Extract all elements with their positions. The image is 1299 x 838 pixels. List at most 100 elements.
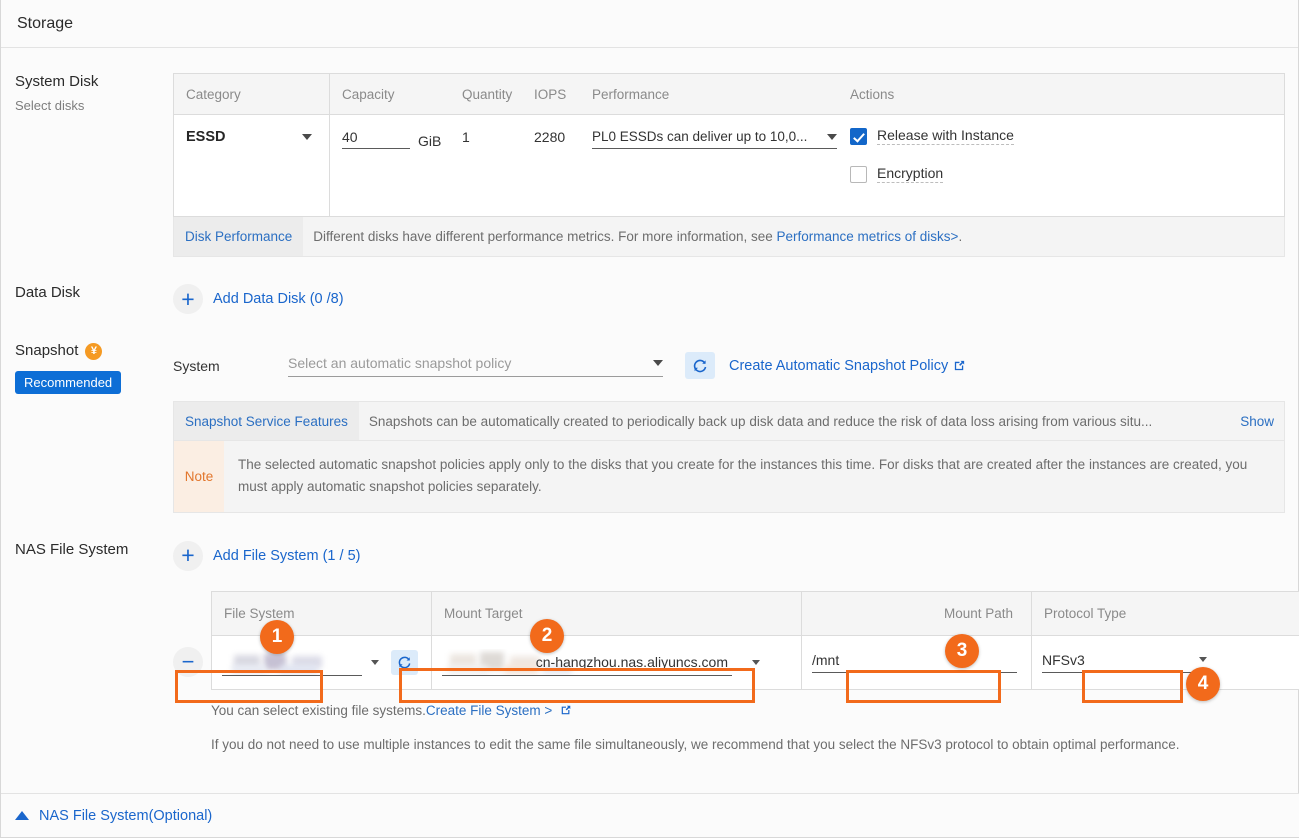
snapshot-policy-select[interactable]: Select an automatic snapshot policy (288, 355, 663, 377)
snapshot-features-tag[interactable]: Snapshot Service Features (174, 402, 359, 440)
refresh-icon (693, 359, 707, 372)
mount-target-select[interactable]: cn-hangzhou.nas.aliyuncs.com (442, 648, 732, 676)
recommended-badge: Recommended (15, 370, 122, 394)
page-header: Storage (1, 0, 1298, 48)
capacity-input[interactable] (342, 129, 410, 149)
col-performance: Performance (592, 86, 670, 102)
nas-section: NAS File System + Add File System (1 / 5… (1, 540, 1299, 752)
protocol-type-select[interactable]: NFSv3 (1042, 652, 1207, 673)
encryption-row[interactable]: Encryption (850, 165, 1284, 183)
chevron-down-icon (827, 133, 837, 140)
disk-performance-text: Different disks have different performan… (303, 229, 1284, 244)
nas-hint-1-text: You can select existing file systems. (211, 702, 426, 718)
snapshot-features-infobar: Snapshot Service Features Snapshots can … (173, 401, 1285, 441)
mount-path-input[interactable] (812, 651, 1017, 673)
nas-table-header: File System Mount Target Mount Path Prot… (212, 591, 1299, 636)
system-disk-table-wrap: Category Capacity Quantity IOPS Performa… (173, 73, 1285, 257)
release-with-instance-label: Release with Instance (877, 127, 1014, 145)
annotation-number-1: 1 (260, 620, 294, 654)
nas-hint-2: If you do not need to use multiple insta… (211, 736, 1180, 752)
performance-select-value: PL0 ESSDs can deliver up to 10,0... (592, 129, 808, 144)
system-disk-labels: System Disk Select disks (1, 73, 173, 257)
refresh-file-systems-button[interactable] (391, 649, 418, 675)
external-link-icon (955, 360, 965, 371)
plus-icon: + (173, 540, 203, 571)
encryption-checkbox[interactable] (850, 165, 867, 183)
disk-performance-infobar: Disk Performance Different disks have di… (173, 217, 1285, 257)
refresh-snapshot-policies-button[interactable] (685, 352, 715, 379)
nas-table: File System Mount Target Mount Path Prot… (211, 590, 1299, 690)
annotation-number-3: 3 (945, 634, 979, 668)
category-select[interactable]: ESSD (186, 129, 316, 145)
system-disk-section: System Disk Select disks Category Capaci… (1, 73, 1298, 257)
performance-select[interactable]: PL0 ESSDs can deliver up to 10,0... (592, 129, 837, 149)
cell-capacity: GiB (330, 115, 450, 216)
note-text: The selected automatic snapshot policies… (238, 457, 1248, 495)
snapshot-label-text: Snapshot (15, 342, 79, 359)
data-disk-labels: Data Disk (1, 284, 173, 314)
nas-table-row: cn-hangzhou.nas.aliyuncs.com NFSv3 (212, 635, 1299, 689)
release-with-instance-row[interactable]: Release with Instance (850, 127, 1284, 145)
col-actions: Actions (850, 86, 895, 102)
release-with-instance-checkbox[interactable] (850, 127, 867, 145)
note-tag: Note (174, 441, 224, 512)
refresh-icon (398, 656, 411, 668)
snapshot-content: System Select an automatic snapshot poli… (173, 342, 1285, 513)
chevron-down-icon (653, 359, 663, 366)
add-data-disk-button[interactable]: + Add Data Disk (0 /8) (173, 284, 344, 314)
snapshot-note-box: Note The selected automatic snapshot pol… (173, 441, 1285, 513)
disk-performance-text-end: . (958, 229, 963, 244)
plus-icon: + (173, 284, 203, 314)
chevron-down-icon[interactable] (752, 659, 760, 665)
footer-label: NAS File System(Optional) (39, 807, 213, 824)
cell-quantity: 1 (462, 129, 470, 145)
chevron-down-icon (1199, 657, 1207, 663)
system-disk-row: ESSD GiB 1 2280 PL0 ESS (174, 115, 1284, 216)
create-file-system-link[interactable]: Create File System > (426, 703, 552, 718)
chevron-down-icon[interactable] (371, 659, 379, 665)
col-mount-path: Mount Path (802, 591, 1032, 635)
snapshot-label: Snapshot ¥ (15, 342, 173, 360)
cell-iops: 2280 (534, 129, 566, 145)
add-file-system-button[interactable]: + Add File System (1 / 5) (173, 540, 1299, 571)
performance-metrics-link[interactable]: Performance metrics of disks> (777, 229, 959, 244)
snapshot-features-text: Snapshots can be automatically created t… (368, 413, 1153, 429)
capacity-unit: GiB (418, 133, 442, 149)
col-category: Category (174, 74, 330, 114)
nas-labels: NAS File System (1, 541, 173, 752)
file-system-select[interactable] (222, 648, 362, 676)
system-disk-sublabel: Select disks (15, 98, 85, 113)
category-select-value: ESSD (186, 129, 226, 145)
storage-page: Storage System Disk Select disks Categor… (0, 0, 1299, 838)
snapshot-policy-row: System Select an automatic snapshot poli… (173, 352, 1285, 379)
nas-table-row-wrap: − File System Mount Target Mount Path Pr… (173, 590, 1299, 690)
system-disk-label: System Disk (15, 73, 99, 90)
cell-performance: PL0 ESSDs can deliver up to 10,0... (580, 115, 838, 216)
col-file-system: File System (212, 591, 432, 635)
cell-protocol-type: NFSv3 (1032, 636, 1299, 689)
cell-mount-path (802, 635, 1032, 689)
cell-actions: Release with Instance Encryption (838, 115, 1284, 216)
add-file-system-label: Add File System (1 / 5) (213, 547, 361, 564)
redacted-block (448, 664, 488, 674)
remove-file-system-button[interactable]: − (173, 647, 203, 678)
cell-file-system (212, 635, 432, 689)
create-snapshot-policy-link[interactable]: Create Automatic Snapshot Policy (729, 358, 966, 374)
redacted-block (280, 664, 318, 674)
page-title: Storage (17, 14, 74, 32)
snapshot-policy-placeholder: Select an automatic snapshot policy (288, 354, 512, 371)
chevron-down-icon (302, 134, 312, 140)
annotation-number-4: 4 (1186, 667, 1220, 701)
disk-performance-tag[interactable]: Disk Performance (174, 217, 304, 256)
nas-label: NAS File System (15, 540, 129, 558)
nas-hint-1: You can select existing file systems.Cre… (211, 702, 1299, 720)
annotation-number-2: 2 (530, 619, 564, 653)
yen-badge-icon: ¥ (85, 342, 103, 360)
snapshot-info-group: Snapshot Service Features Snapshots can … (173, 401, 1285, 513)
footer-bar[interactable]: NAS File System(Optional) (1, 793, 1299, 837)
col-quantity: Quantity (462, 86, 513, 102)
system-disk-table-header: Category Capacity Quantity IOPS Performa… (174, 74, 1284, 115)
triangle-up-icon (15, 811, 29, 820)
cell-category: ESSD (174, 115, 330, 216)
snapshot-features-show-link[interactable]: Show (1240, 414, 1284, 429)
